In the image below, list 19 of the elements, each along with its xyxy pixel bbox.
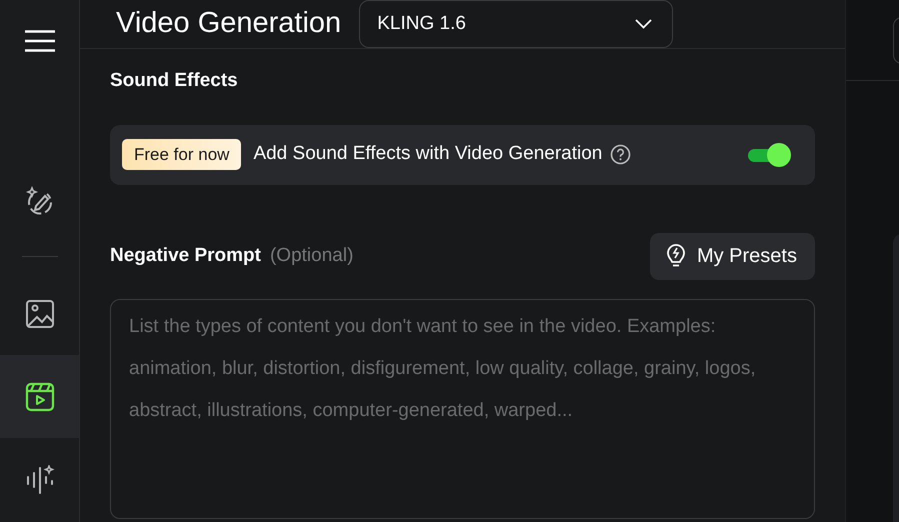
section-heading: Negative Prompt [110, 244, 261, 268]
help-icon[interactable] [610, 144, 632, 165]
optional-hint: (Optional) [270, 244, 354, 268]
page-title: Video Generation [116, 6, 342, 42]
chevron-down-icon [635, 19, 652, 29]
negative-prompt-field[interactable]: List the types of content you don't want to see in the video. Examples: animation, blur, distortion, disfigurement, low quality, collage, grainy, logos, abstract, illustrations, computer-generated, warped... [110, 298, 815, 518]
sound-effects-label: Add Sound Effects with Video Generation [253, 142, 602, 166]
my-presets-button[interactable]: My Presets [650, 232, 815, 280]
toggle-switch[interactable] [748, 142, 791, 166]
clapperboard-icon [24, 382, 54, 412]
lightbulb-icon [664, 243, 687, 269]
sidebar-item[interactable] [0, 355, 79, 438]
image-icon [24, 298, 54, 328]
section-heading: Sound Effects [110, 69, 239, 93]
free-badge: Free for now [122, 138, 242, 170]
menu-icon[interactable] [24, 30, 54, 52]
magic-wand-icon [24, 184, 54, 214]
model-dropdown[interactable]: KLING 1.6 [359, 0, 674, 48]
audio-wave-icon [24, 464, 54, 494]
